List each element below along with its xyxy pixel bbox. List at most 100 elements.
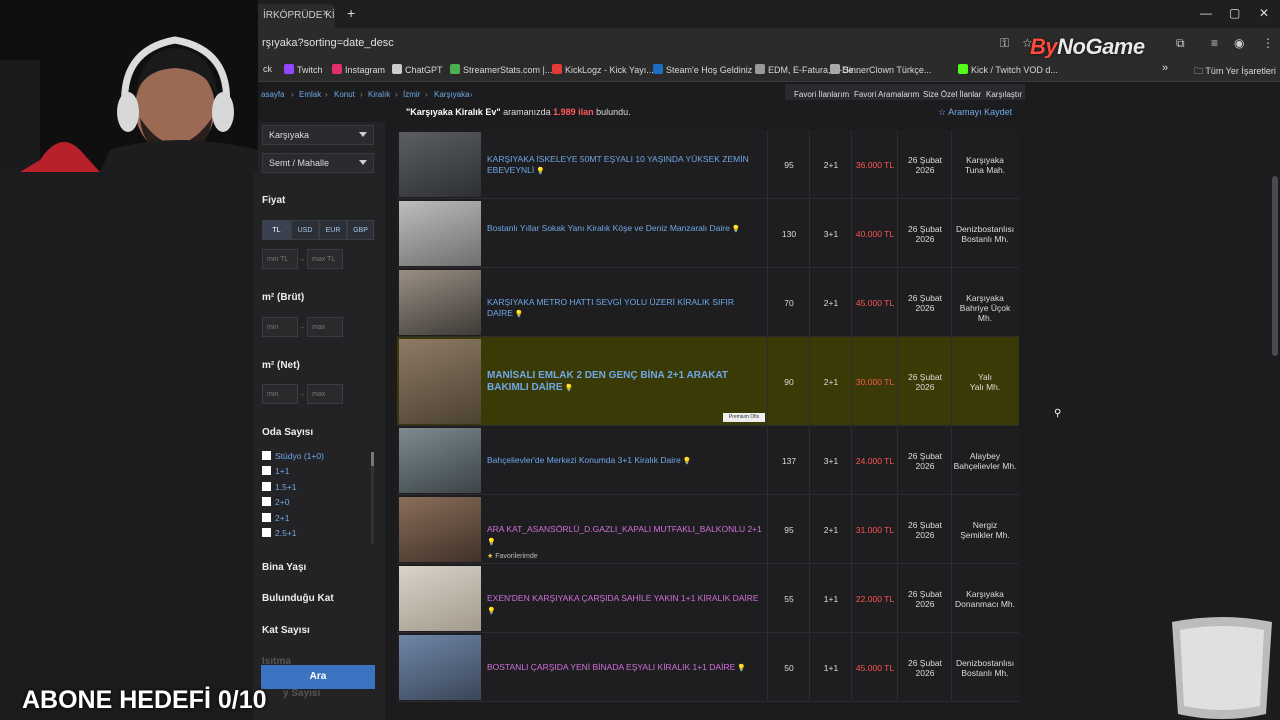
breadcrumb-separator: › [470,90,473,99]
checkbox[interactable] [262,513,271,522]
m2-brut-max-input[interactable]: max [307,317,343,337]
checkbox[interactable] [262,466,271,475]
extensions-icon[interactable]: ⧉ [1176,36,1185,51]
bookmark-item-kicklogz[interactable]: KickLogz - Kick Yayı... [552,64,654,75]
result-count: 1.989 ilan [553,107,594,117]
listing-row[interactable]: KARŞIYAKA İSKELEYE 50MT EŞYALI 10 YAŞIND… [397,130,1019,199]
new-tab-button[interactable]: + [347,5,355,21]
nav-favorite-listings[interactable]: Favori İlanlarım [794,90,849,99]
bookmark-item-sinnerclown[interactable]: SinnerClown Türkçe... [830,64,931,75]
column-divider [767,130,768,199]
checkbox[interactable] [262,482,271,491]
search-query: "Karşıyaka Kiralık Ev" [406,107,501,117]
m2-net-min-input[interactable]: min [262,384,298,404]
breadcrumb-karsiyaka[interactable]: Karşıyaka [434,90,470,99]
media-control-icon[interactable]: ≡ [1211,36,1218,50]
close-window-button[interactable]: ✕ [1259,6,1269,20]
folder-icon: 🗀 [1194,66,1206,76]
checkbox[interactable] [262,528,271,537]
rooms-scrollbar[interactable] [371,452,374,544]
checkbox[interactable] [262,451,271,460]
listing-thumbnail[interactable] [399,497,481,562]
price-min-input[interactable]: min TL [262,249,298,269]
room-option-studio[interactable]: Stüdyo (1+0) [262,451,324,461]
column-divider [851,495,852,564]
tab-close-icon[interactable]: ✕ [322,8,330,19]
listing-m2: 95 [784,160,794,170]
neighborhood-select[interactable]: Semt / Mahalle [262,153,374,173]
bookmark-item-kick-vod[interactable]: Kick / Twitch VOD d... [958,64,1058,75]
column-divider [951,268,952,337]
listing-title[interactable]: MANİSALI EMLAK 2 DEN GENÇ BİNA 2+1 ARAKA… [487,370,762,395]
breadcrumb-emlak[interactable]: Emlak [299,90,321,99]
listing-thumbnail[interactable] [399,339,481,424]
bookmarks-more-button[interactable]: » [1162,62,1168,74]
building-age-filter[interactable]: Bina Yaşı [262,562,306,573]
breadcrumb-izmir[interactable]: İzmir [403,90,420,99]
m2-net-max-input[interactable]: max [307,384,343,404]
bookmark-item-twitch[interactable]: Twitch [284,64,323,75]
m2-brut-min-input[interactable]: min [262,317,298,337]
url-field[interactable]: rşıyaka?sorting=date_desc [262,37,394,49]
room-option-1-1[interactable]: 1+1 [262,466,289,476]
currency-eur-button[interactable]: EUR [319,220,347,240]
listing-row[interactable]: MANİSALI EMLAK 2 DEN GENÇ BİNA 2+1 ARAKA… [397,337,1019,426]
listing-title[interactable]: KARŞIYAKA İSKELEYE 50MT EŞYALI 10 YAŞIND… [487,154,762,177]
listing-thumbnail[interactable] [399,270,481,335]
listing-row[interactable]: ARA KAT_ASANSÖRLÜ_D.GAZLI_KAPALI MUTFAKL… [397,495,1019,564]
profile-avatar-icon[interactable]: ◉ [1234,36,1244,50]
floor-filter[interactable]: Bulunduğu Kat [262,593,334,604]
column-divider [951,426,952,495]
listing-thumbnail[interactable] [399,635,481,700]
listing-thumbnail[interactable] [399,566,481,631]
nav-personal-listings[interactable]: Size Özel İlanlar [923,90,981,99]
listing-title[interactable]: ARA KAT_ASANSÖRLÜ_D.GAZLI_KAPALI MUTFAKL… [487,524,762,548]
room-option-1-5-1[interactable]: 1.5+1 [262,482,297,492]
district-select[interactable]: Karşıyaka [262,125,374,145]
bathroom-filter[interactable]: y Sayısı [283,688,320,699]
listing-title[interactable]: EXEN'DEN KARŞIYAKA ÇARŞIDA SAHİLE YAKIN … [487,593,762,617]
listing-title[interactable]: KARŞIYAKA METRO HATTI SEVGİ YOLU ÜZERİ K… [487,297,762,320]
nav-compare[interactable]: Karşılaştır [986,90,1022,99]
listing-row[interactable]: KARŞIYAKA METRO HATTI SEVGİ YOLU ÜZERİ K… [397,268,1019,337]
minimize-button[interactable]: — [1200,6,1212,20]
room-option-2-0[interactable]: 2+0 [262,497,289,507]
bookmark-item[interactable]: ck [263,64,272,74]
breadcrumb-konut[interactable]: Konut [334,90,355,99]
browser-menu-icon[interactable]: ⋮ [1262,36,1274,50]
listing-row[interactable]: Bahçelievler'de Merkezi Konumda 3+1 Kira… [397,426,1019,495]
bookmark-item-streamerstats[interactable]: StreamerStats.com |... [450,64,552,75]
floor-count-filter[interactable]: Kat Sayısı [262,625,310,636]
currency-gbp-button[interactable]: GBP [347,220,374,240]
listing-title[interactable]: Bostanlı Yıllar Sokak Yanı Kiralık Köşe … [487,223,762,235]
nav-favorite-searches[interactable]: Favori Aramalarım [854,90,919,99]
search-button[interactable]: Ara [261,665,375,689]
listing-thumbnail[interactable] [399,201,481,266]
listing-title-text: Bahçelievler'de Merkezi Konumda 3+1 Kira… [487,455,681,465]
bookmark-label: Twitch [297,65,323,75]
listing-title[interactable]: BOSTANLI ÇARŞIDA YENİ BİNADA EŞYALI KİRA… [487,662,762,674]
scrollbar-thumb[interactable] [371,452,374,466]
bookmark-item-instagram[interactable]: Instagram [332,64,385,75]
bookmark-item-steam[interactable]: Steam'e Hoş Geldiniz [653,64,752,75]
scrollbar-thumb[interactable] [1272,176,1278,356]
listing-thumbnail[interactable] [399,428,481,493]
room-option-2-5-1[interactable]: 2.5+1 [262,528,297,538]
checkbox[interactable] [262,497,271,506]
listing-row[interactable]: Bostanlı Yıllar Sokak Yanı Kiralık Köşe … [397,199,1019,268]
password-key-icon[interactable]: ⚿ [1000,36,1009,51]
all-bookmarks-folder[interactable]: 🗀 Tüm Yer İşaretleri [1194,64,1276,80]
listing-row[interactable]: EXEN'DEN KARŞIYAKA ÇARŞIDA SAHİLE YAKIN … [397,564,1019,633]
listing-title[interactable]: Bahçelievler'de Merkezi Konumda 3+1 Kira… [487,455,762,467]
price-max-input[interactable]: max TL [307,249,343,269]
breadcrumb-kiralik[interactable]: Kiralık [368,90,390,99]
listing-thumbnail[interactable] [399,132,481,197]
currency-tl-button[interactable]: TL [262,220,291,240]
room-option-2-1[interactable]: 2+1 [262,513,289,523]
currency-usd-button[interactable]: USD [291,220,319,240]
save-search-button[interactable]: ☆ Aramayı Kaydet [938,107,1012,118]
maximize-button[interactable]: ▢ [1229,6,1240,20]
bookmark-item-chatgpt[interactable]: ChatGPT [392,64,443,75]
breadcrumb-home[interactable]: asayfa [261,90,285,99]
listing-row[interactable]: BOSTANLI ÇARŞIDA YENİ BİNADA EŞYALI KİRA… [397,633,1019,702]
